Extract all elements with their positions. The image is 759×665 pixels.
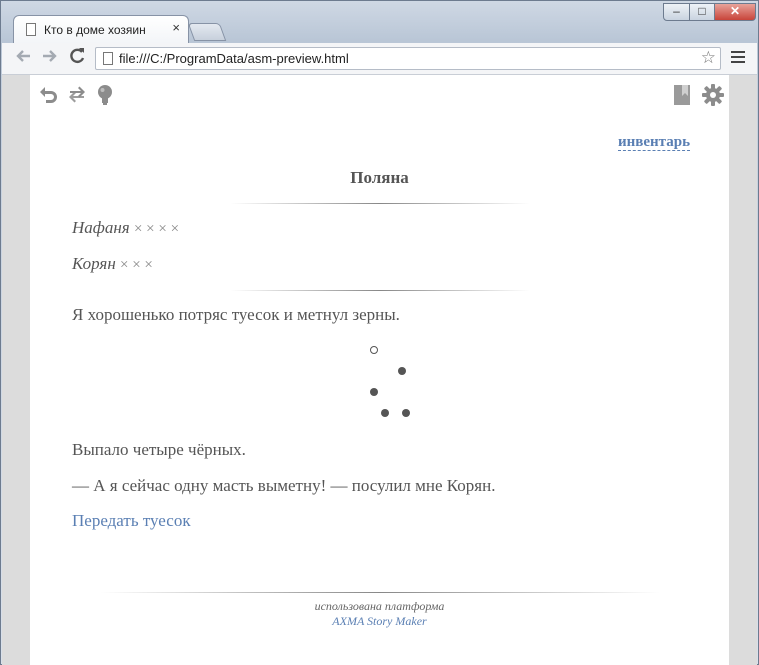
- browser-menu-icon[interactable]: [731, 51, 745, 66]
- stone-3: [381, 409, 389, 417]
- stat-nafanya: Нафаня × × × ×: [72, 218, 179, 238]
- story-paragraph: Я хорошенько потряс туесок и метнул зерн…: [72, 305, 400, 324]
- restart-icon[interactable]: [67, 84, 87, 109]
- maximize-button[interactable]: □: [689, 3, 715, 21]
- stat-marks: × × × ×: [133, 221, 180, 237]
- settings-gear-icon[interactable]: [702, 84, 724, 111]
- page-icon: [103, 52, 113, 65]
- bookmark-star-icon[interactable]: ☆: [701, 48, 716, 68]
- divider: [230, 290, 530, 291]
- divider: [230, 203, 530, 204]
- tab-title: Кто в доме хозяин: [44, 23, 146, 37]
- stone-4: [402, 409, 410, 417]
- page-viewport: инвентарь Поляна Нафаня × × × × Корян × …: [2, 75, 757, 665]
- tab-close-button[interactable]: ×: [172, 20, 180, 35]
- footer-text: использована платформа: [314, 599, 445, 613]
- stat-name: Нафаня: [72, 218, 130, 237]
- browser-toolbar: file:///C:/ProgramData/asm-preview.html …: [2, 43, 757, 75]
- reload-button[interactable]: [68, 47, 86, 70]
- browser-tab[interactable]: Кто в доме хозяин ×: [13, 15, 189, 43]
- forward-button[interactable]: [41, 47, 59, 70]
- story-paragraph: — А я сейчас одну масть выметну! — посул…: [72, 476, 496, 495]
- new-tab-button[interactable]: [187, 23, 227, 41]
- location-title: Поляна: [350, 168, 409, 187]
- address-bar[interactable]: file:///C:/ProgramData/asm-preview.html …: [95, 47, 721, 70]
- hint-lightbulb-icon[interactable]: [96, 84, 114, 111]
- bookmark-icon[interactable]: [673, 84, 691, 111]
- minimize-button[interactable]: –: [663, 3, 690, 21]
- story-paragraph: Выпало четыре чёрных.: [72, 440, 246, 459]
- footer-divider: [100, 592, 660, 593]
- stat-marks: × × ×: [120, 257, 153, 273]
- stat-name: Корян: [72, 254, 116, 273]
- stone-1: [398, 367, 406, 375]
- reload-icon: [70, 48, 85, 64]
- url-text[interactable]: file:///C:/ProgramData/asm-preview.html: [119, 51, 349, 66]
- back-arrow-icon: [16, 50, 30, 62]
- close-window-button[interactable]: ✕: [714, 3, 756, 21]
- inventory-link[interactable]: инвентарь: [617, 134, 690, 151]
- story-page: инвентарь Поляна Нафаня × × × × Корян × …: [30, 75, 729, 665]
- browser-window: Кто в доме хозяин × – □ ✕ file:///C:/Pro…: [0, 0, 759, 665]
- stone-2: [370, 388, 378, 396]
- page-favicon-icon: [26, 23, 36, 36]
- stat-koryan: Корян × × ×: [72, 254, 153, 274]
- axma-link[interactable]: AXMA Story Maker: [30, 614, 729, 629]
- pass-basket-link[interactable]: Передать туесок: [72, 511, 191, 531]
- undo-icon[interactable]: [38, 84, 58, 109]
- back-button[interactable]: [14, 47, 32, 70]
- forward-arrow-icon: [43, 50, 57, 62]
- tab-strip: Кто в доме хозяин × – □ ✕: [1, 1, 758, 43]
- stone-0: [370, 346, 378, 354]
